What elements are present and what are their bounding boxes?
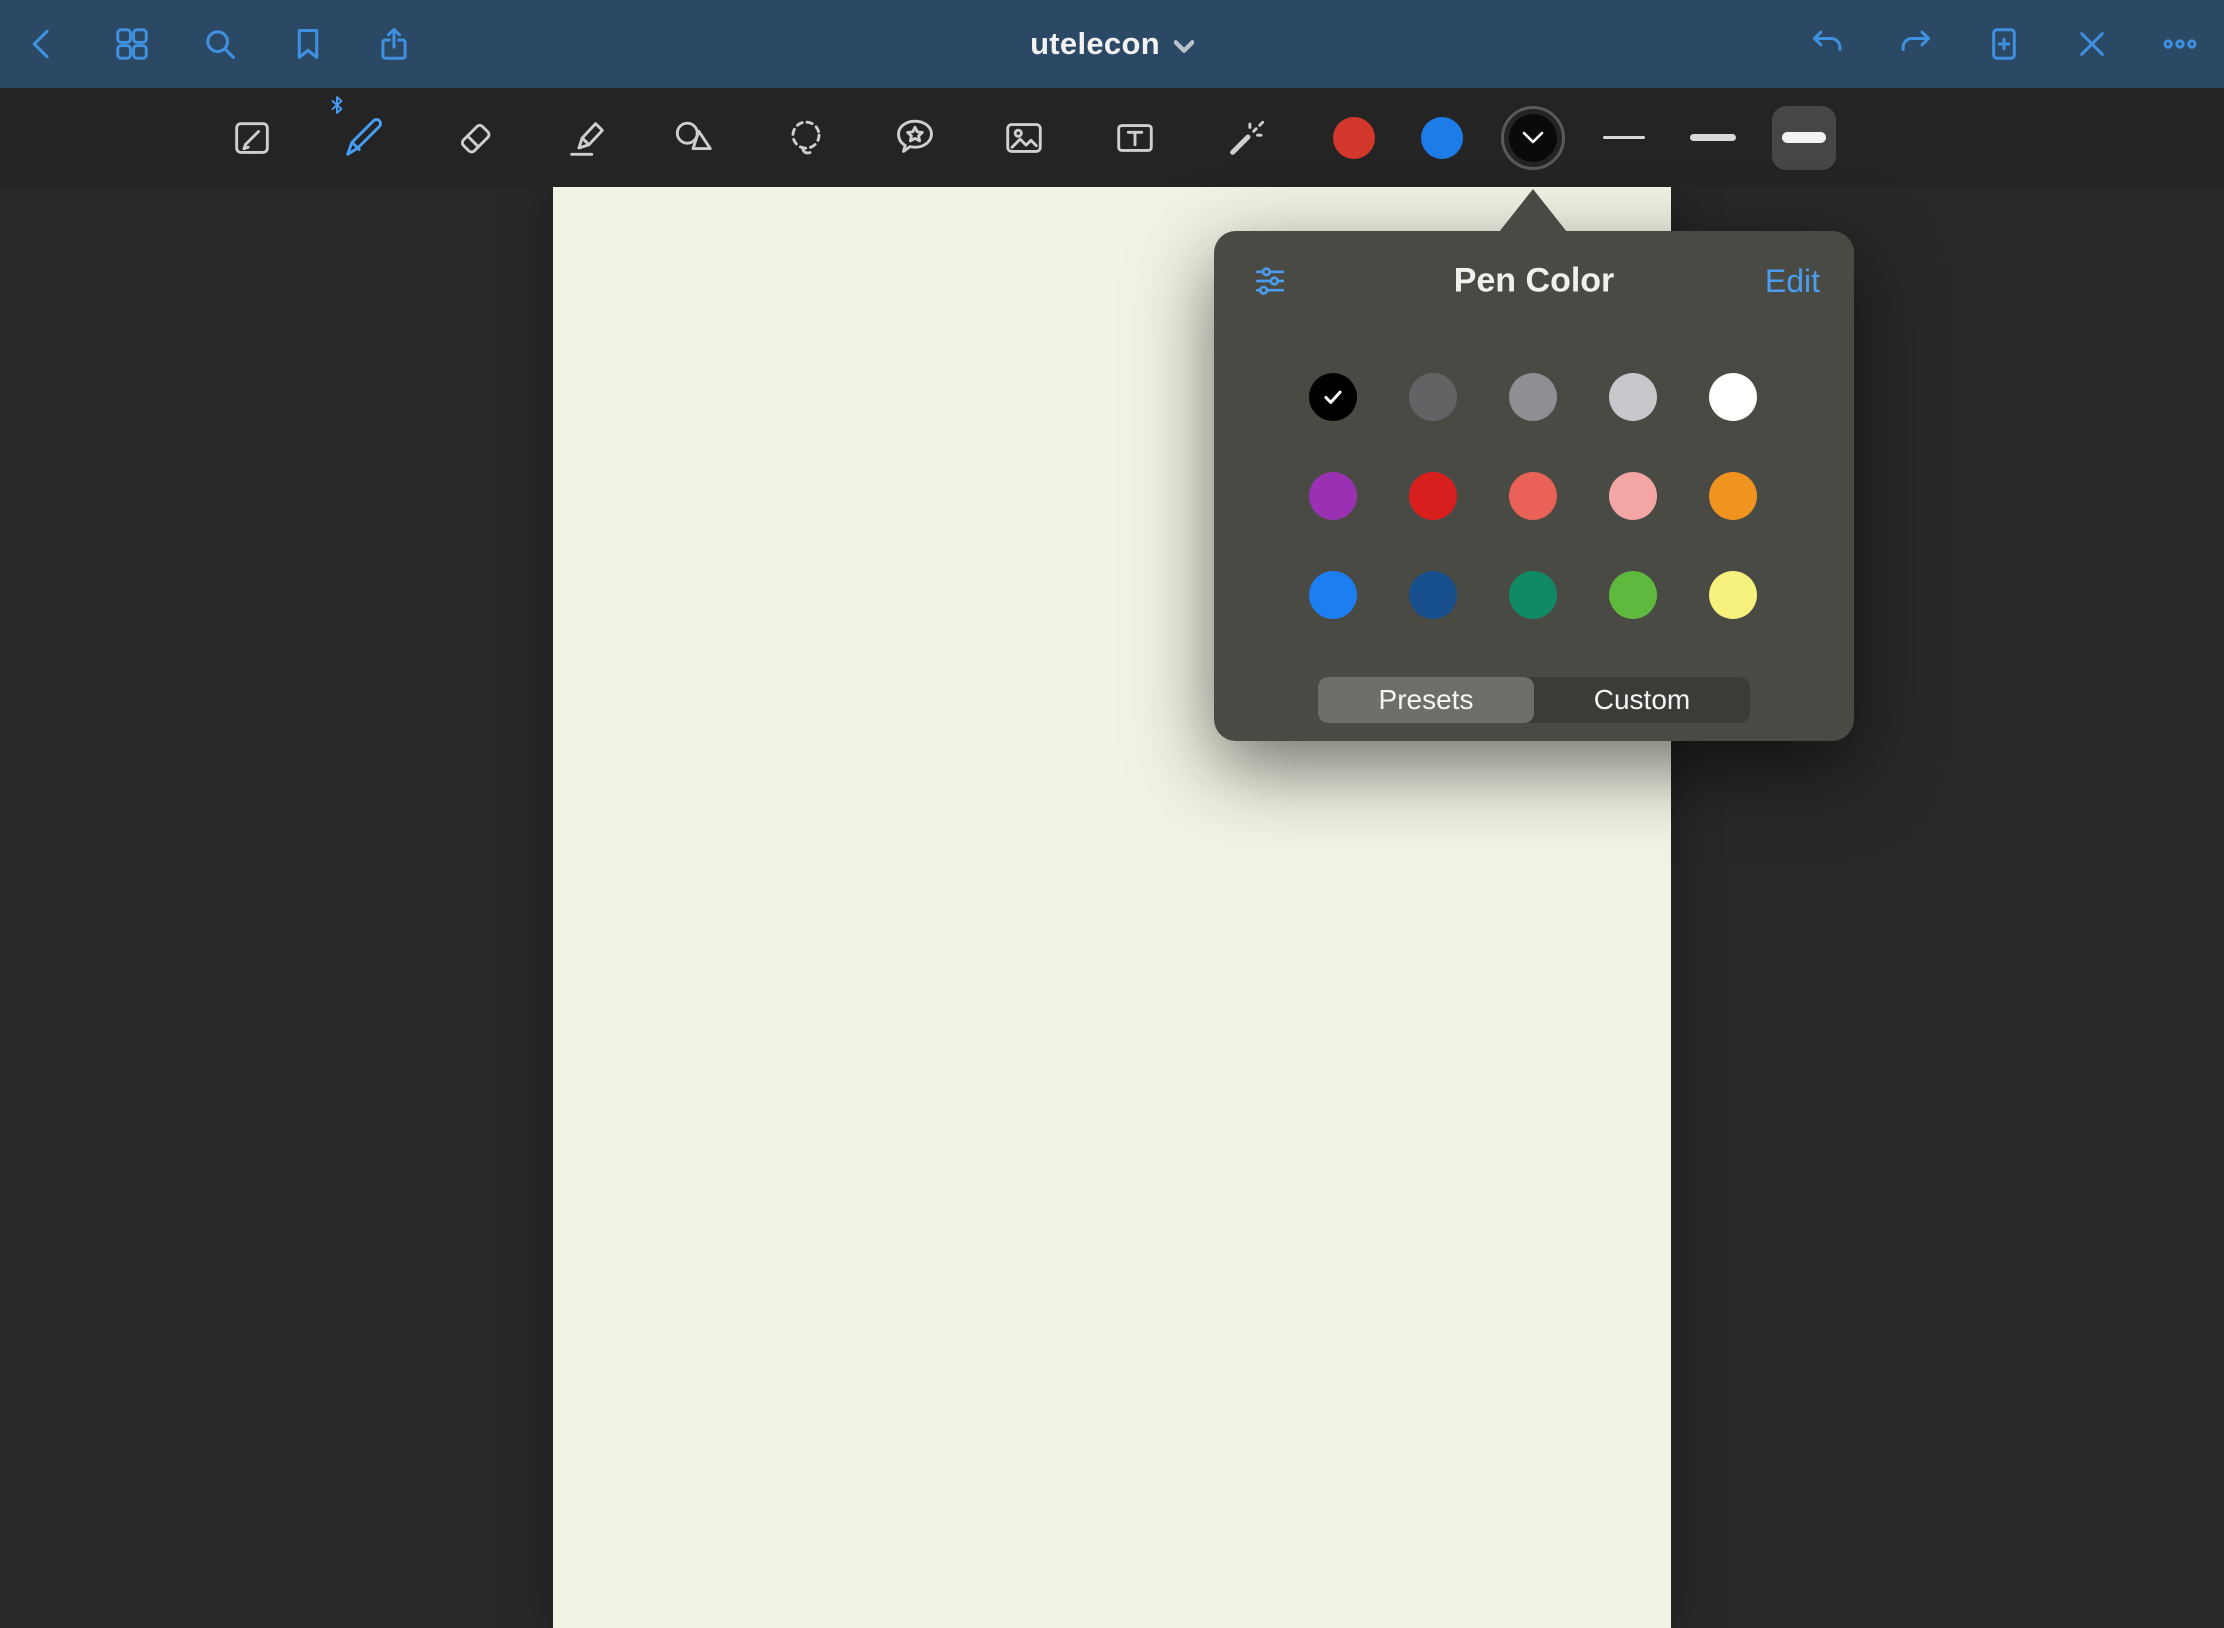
- highlighter-tool-icon[interactable]: [555, 106, 619, 170]
- edit-button[interactable]: Edit: [1765, 263, 1820, 300]
- undo-icon[interactable]: [1806, 22, 1850, 66]
- share-icon[interactable]: [372, 22, 416, 66]
- pen-tool-icon[interactable]: [332, 106, 396, 170]
- add-page-icon[interactable]: [1982, 22, 2026, 66]
- redo-icon[interactable]: [1893, 22, 1937, 66]
- color-swatch-gray[interactable]: [1509, 373, 1557, 421]
- color-swatch-gray-dark[interactable]: [1409, 373, 1457, 421]
- text-tool-icon[interactable]: [1103, 106, 1167, 170]
- bluetooth-icon: [328, 94, 346, 116]
- pen-settings-icon[interactable]: [1248, 259, 1292, 303]
- stroke-width-medium[interactable]: [1681, 106, 1745, 170]
- close-icon[interactable]: [2070, 22, 2114, 66]
- app-screen: utelecon: [0, 0, 2224, 1628]
- pen-color-red[interactable]: [1322, 106, 1386, 170]
- lasso-tool-icon[interactable]: [774, 106, 838, 170]
- pen-color-current[interactable]: [1501, 106, 1565, 170]
- color-swatch-white[interactable]: [1709, 373, 1757, 421]
- pen-color-popover: Pen Color Edit Presets Custom: [1214, 231, 1854, 741]
- bookmark-icon[interactable]: [286, 22, 330, 66]
- checkmark-icon: [1320, 384, 1346, 410]
- top-navigation-bar: utelecon: [0, 0, 2224, 88]
- color-swatch-green[interactable]: [1609, 571, 1657, 619]
- color-swatch-orange[interactable]: [1709, 472, 1757, 520]
- tab-custom[interactable]: Custom: [1534, 677, 1750, 723]
- color-swatch-pink[interactable]: [1609, 472, 1657, 520]
- color-swatch-gray-light[interactable]: [1609, 373, 1657, 421]
- eraser-tool-icon[interactable]: [443, 106, 507, 170]
- elements-tool-icon[interactable]: [883, 106, 947, 170]
- color-swatch-green-dark[interactable]: [1509, 571, 1557, 619]
- document-title: utelecon: [1030, 26, 1160, 62]
- view-mode-icon[interactable]: [220, 106, 284, 170]
- chevron-down-icon: [1522, 131, 1544, 145]
- color-swatch-blue[interactable]: [1309, 571, 1357, 619]
- popover-title: Pen Color: [1454, 262, 1615, 301]
- preset-custom-segmented-control: Presets Custom: [1318, 677, 1750, 723]
- image-tool-icon[interactable]: [992, 106, 1056, 170]
- color-swatch-navy[interactable]: [1409, 571, 1457, 619]
- popover-arrow: [1499, 189, 1567, 232]
- document-title-menu[interactable]: utelecon: [1030, 26, 1194, 62]
- search-icon[interactable]: [198, 22, 242, 66]
- color-swatch-yellow[interactable]: [1709, 571, 1757, 619]
- popover-header: Pen Color Edit: [1214, 231, 1854, 331]
- laser-pointer-tool-icon[interactable]: [1215, 106, 1279, 170]
- page-thumbnails-icon[interactable]: [110, 22, 154, 66]
- drawing-toolbar: [0, 88, 2224, 187]
- tab-presets[interactable]: Presets: [1318, 677, 1534, 723]
- color-swatch-purple[interactable]: [1309, 472, 1357, 520]
- color-swatch-coral[interactable]: [1509, 472, 1557, 520]
- stroke-width-thin[interactable]: [1592, 106, 1656, 170]
- color-swatch-black[interactable]: [1309, 373, 1357, 421]
- pen-color-grid: [1309, 373, 1757, 619]
- shapes-tool-icon[interactable]: [662, 106, 726, 170]
- color-swatch-red[interactable]: [1409, 472, 1457, 520]
- stroke-width-thick[interactable]: [1772, 106, 1836, 170]
- more-icon[interactable]: [2158, 22, 2202, 66]
- chevron-down-icon: [1174, 40, 1194, 54]
- pen-color-blue[interactable]: [1410, 106, 1474, 170]
- back-icon[interactable]: [21, 22, 65, 66]
